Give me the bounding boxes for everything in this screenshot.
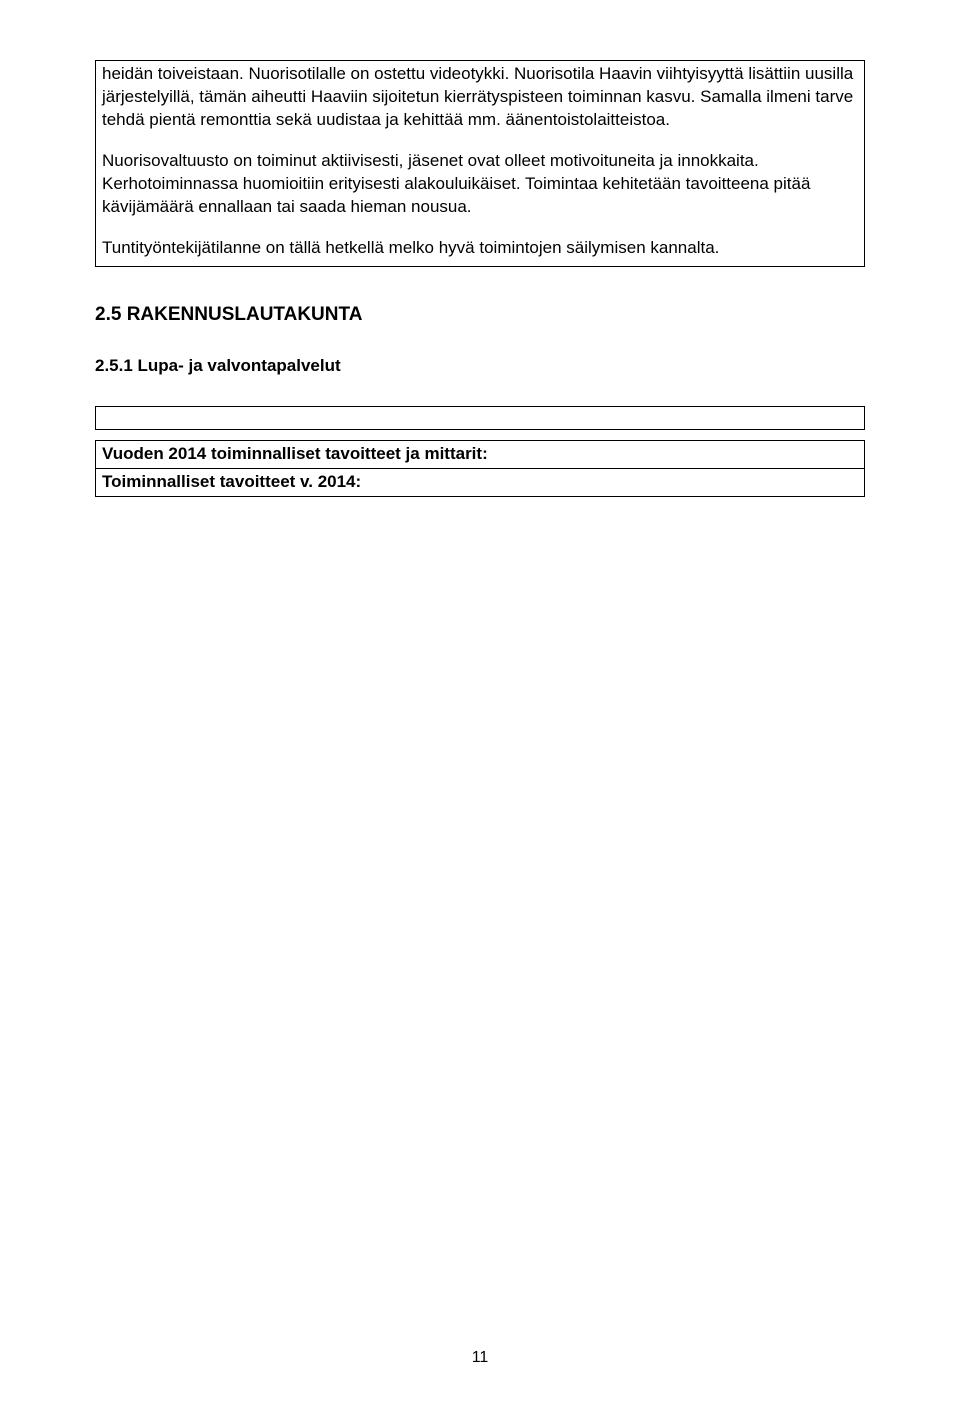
empty-box xyxy=(95,406,865,430)
goals-table-row: Toiminnalliset tavoitteet v. 2014: xyxy=(96,469,864,496)
goals-table-header: Vuoden 2014 toiminnalliset tavoitteet ja… xyxy=(96,441,864,469)
subsection-heading: 2.5.1 Lupa- ja valvontapalvelut xyxy=(95,355,865,378)
goals-table: Vuoden 2014 toiminnalliset tavoitteet ja… xyxy=(95,440,865,497)
section-heading: 2.5 RAKENNUSLAUTAKUNTA xyxy=(95,302,865,328)
page-number: 11 xyxy=(0,1347,960,1369)
top-text-box: heidän toiveistaan. Nuorisotilalle on os… xyxy=(95,60,865,267)
paragraph-1: heidän toiveistaan. Nuorisotilalle on os… xyxy=(102,63,858,132)
paragraph-2: Nuorisovaltuusto on toiminut aktiivisest… xyxy=(102,150,858,219)
top-text-box-inner: heidän toiveistaan. Nuorisotilalle on os… xyxy=(96,61,864,266)
paragraph-3: Tuntityöntekijätilanne on tällä hetkellä… xyxy=(102,237,858,260)
